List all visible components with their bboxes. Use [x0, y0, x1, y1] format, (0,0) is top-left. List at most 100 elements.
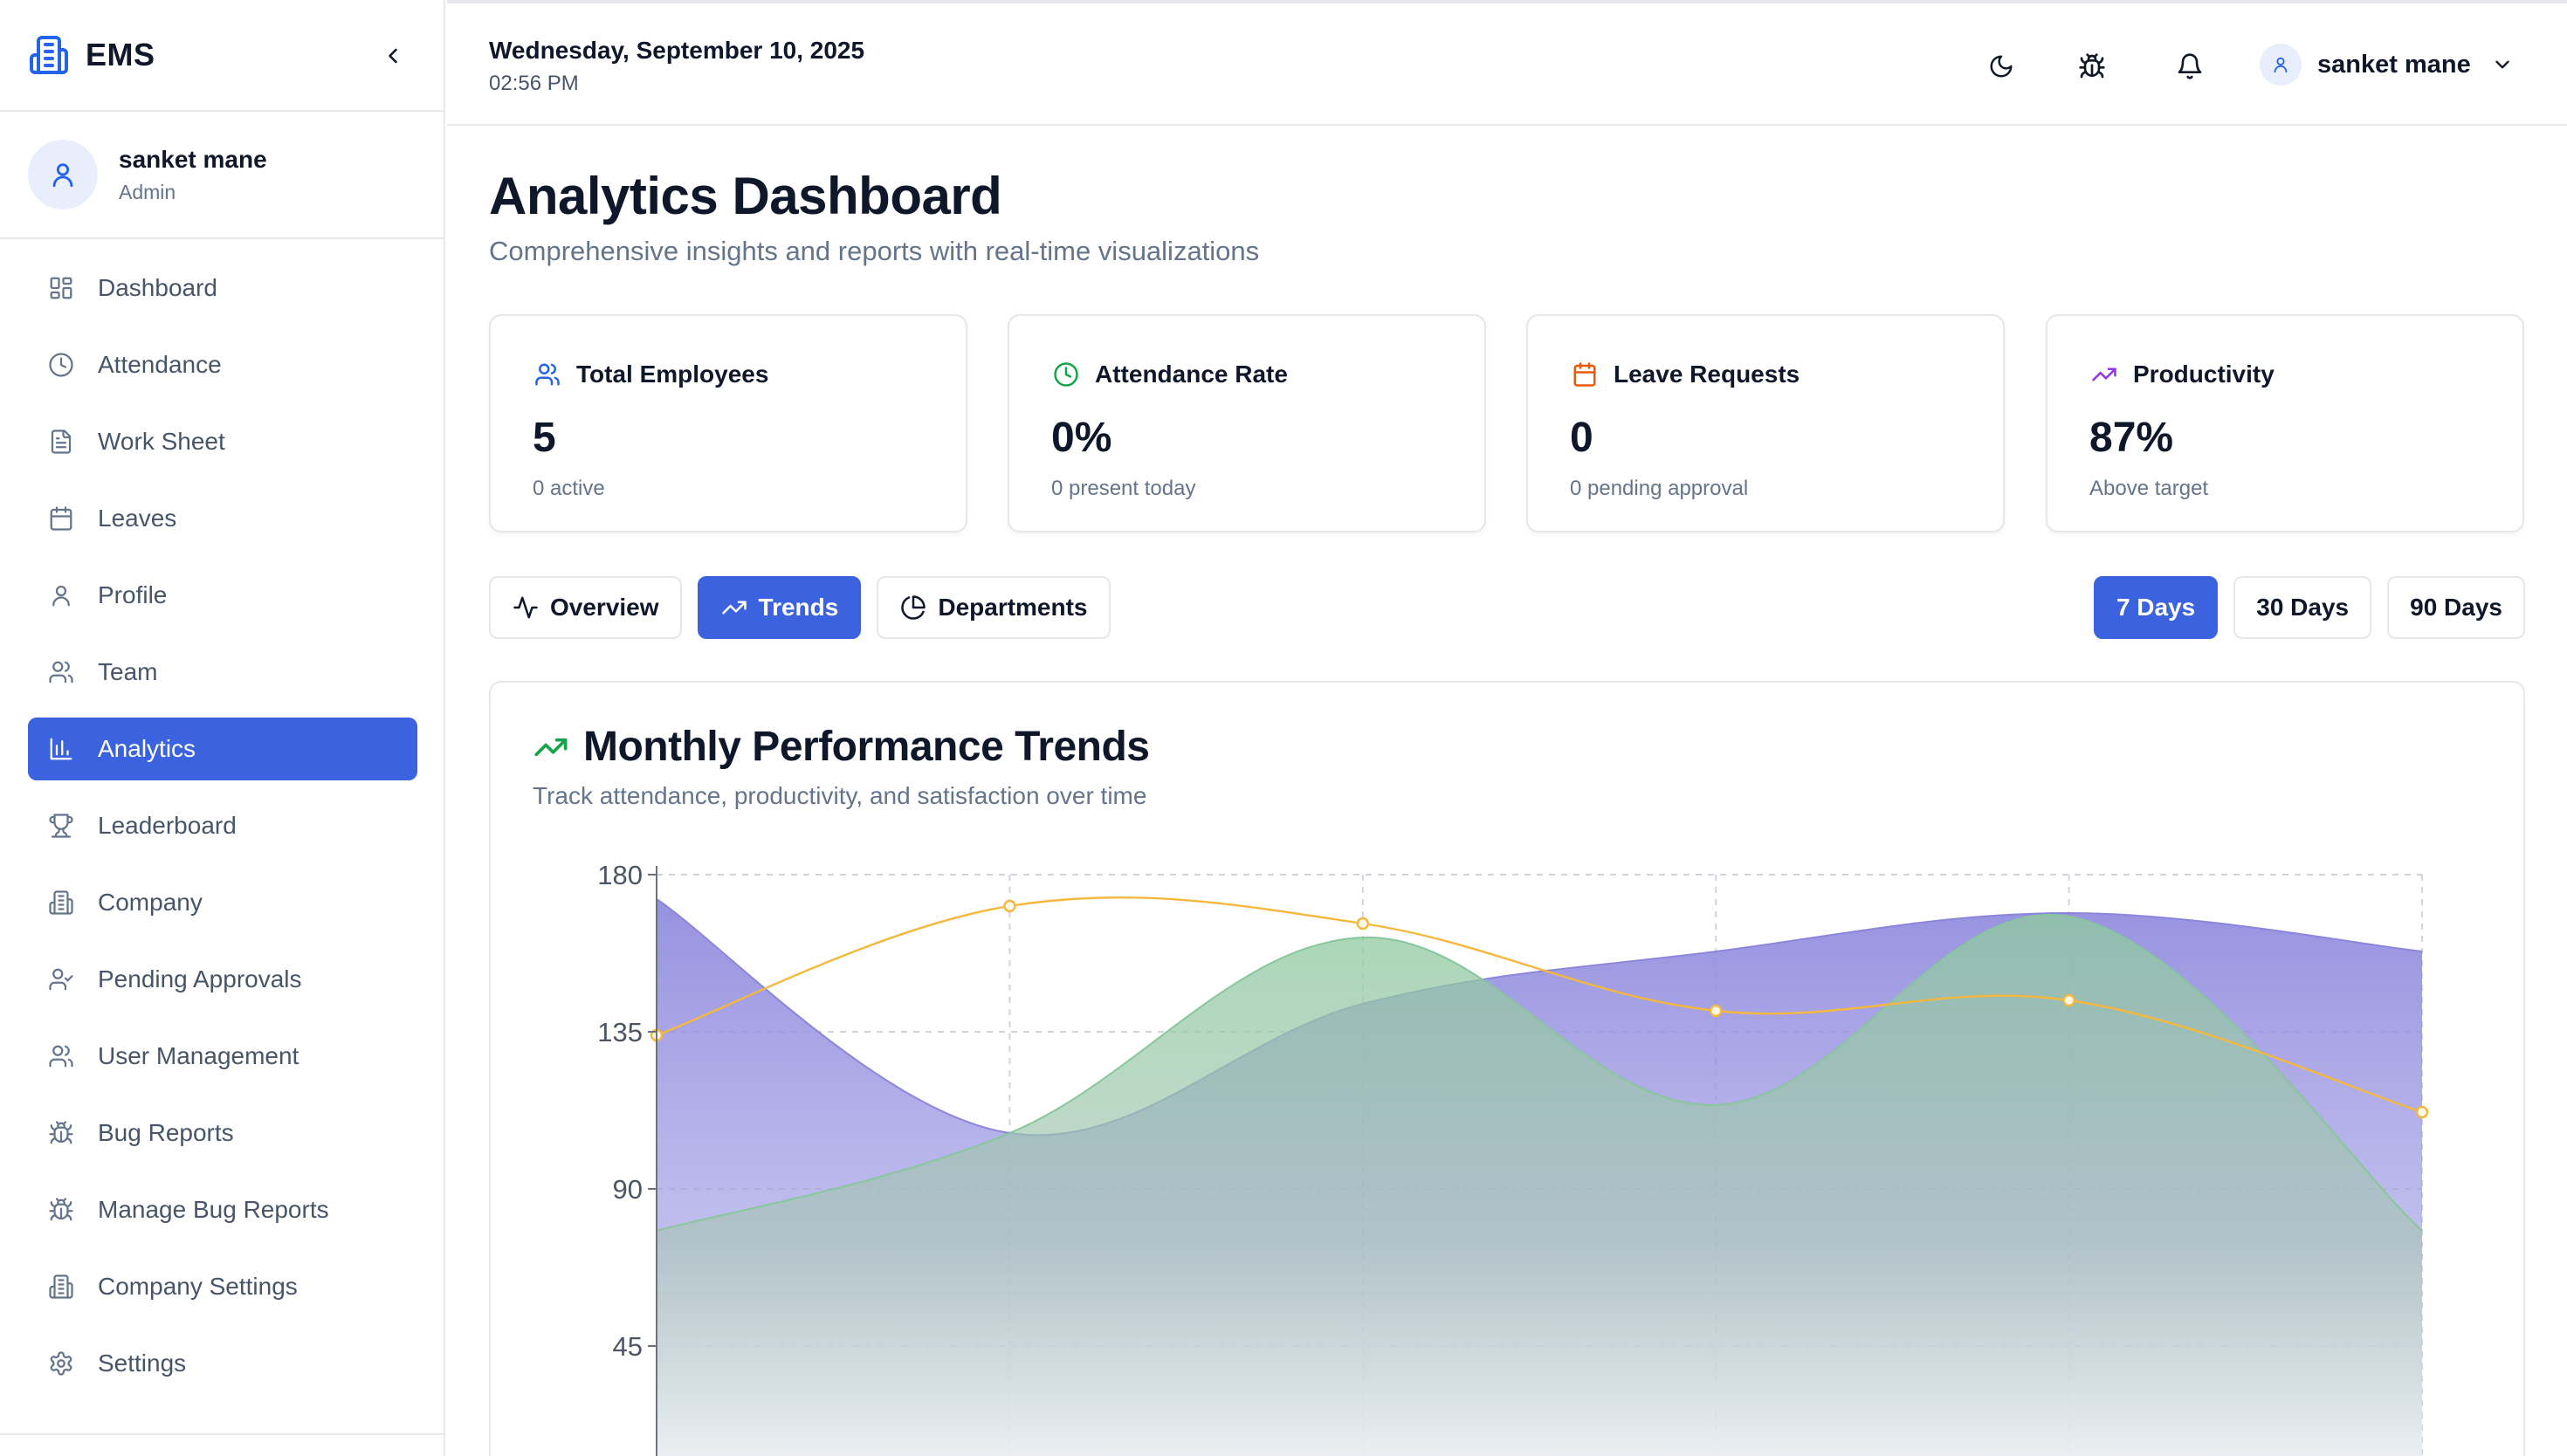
- line-point: [2062, 993, 2075, 1007]
- bug-icon[interactable]: [2075, 49, 2109, 84]
- sidebar-item-label: Pending Approvals: [98, 965, 302, 992]
- stat-title: Total Employees: [576, 361, 769, 388]
- sidebar-item-leaves[interactable]: Leaves: [28, 487, 417, 550]
- sidebar-item-pending-approvals[interactable]: Pending Approvals: [28, 948, 417, 1011]
- stat-value: 0: [1570, 415, 1593, 461]
- tab-trends[interactable]: Trends: [697, 576, 862, 639]
- sidebar-item-label: Profile: [98, 581, 168, 608]
- bar-chart-icon: [47, 735, 75, 763]
- sidebar-item-label: Analytics: [98, 735, 196, 762]
- current-date: Wednesday, September 10, 2025: [489, 37, 865, 64]
- users-icon: [533, 360, 562, 389]
- tab-label: Departments: [938, 594, 1088, 621]
- user-menu[interactable]: sanket mane: [2260, 44, 2516, 86]
- sidebar-user-name: sanket mane: [119, 145, 267, 173]
- user-icon: [47, 581, 75, 609]
- range-90-days[interactable]: 90 Days: [2387, 576, 2525, 639]
- bell-icon[interactable]: [2172, 49, 2207, 84]
- stat-subtext: 0 present today: [1051, 477, 1196, 500]
- sidebar-nav: Dashboard Attendance Work Sheet Leaves Profi…: [0, 239, 444, 1395]
- sidebar-item-label: Leaderboard: [98, 812, 237, 839]
- sidebar-user-card: sanket mane Admin: [0, 112, 444, 239]
- stat-value: 87%: [2089, 415, 2174, 461]
- stat-title: Leave Requests: [1614, 361, 1800, 388]
- sidebar-item-attendance[interactable]: Attendance: [28, 333, 417, 396]
- sidebar-item-leaderboard[interactable]: Leaderboard: [28, 794, 417, 857]
- range-selector: 7 Days 30 Days 90 Days: [2078, 576, 2525, 639]
- sidebar-item-profile[interactable]: Profile: [28, 564, 417, 627]
- sidebar-footer: [0, 1433, 444, 1456]
- sidebar-item-label: Dashboard: [98, 274, 217, 301]
- range-30-days[interactable]: 30 Days: [2233, 576, 2372, 639]
- line-point: [1356, 917, 1369, 931]
- range-7-days[interactable]: 7 Days: [2093, 576, 2219, 639]
- sidebar-item-label: Work Sheet: [98, 428, 225, 455]
- stat-card-total-employees: Total Employees 5 0 active: [489, 314, 967, 532]
- sidebar-item-label: Company: [98, 889, 203, 916]
- page-subtitle: Comprehensive insights and reports with …: [489, 236, 1260, 266]
- sidebar-item-settings[interactable]: Settings: [28, 1332, 417, 1395]
- current-time: 02:56 PM: [489, 72, 579, 95]
- stat-value: 0%: [1051, 415, 1112, 461]
- trophy-icon: [47, 812, 75, 840]
- sidebar-item-label: Settings: [98, 1350, 187, 1377]
- clock-icon: [1051, 360, 1081, 389]
- view-tabs: Overview Trends Departments: [489, 576, 1126, 639]
- trending-up-icon: [2089, 360, 2119, 389]
- sidebar-user-role: Admin: [119, 180, 176, 203]
- sidebar-item-analytics[interactable]: Analytics: [28, 718, 417, 780]
- sidebar-item-label: User Management: [98, 1042, 299, 1069]
- sidebar-item-bug-reports[interactable]: Bug Reports: [28, 1102, 417, 1164]
- trend-chart: 18013590450: [597, 860, 2429, 1456]
- stat-subtext: 0 pending approval: [1570, 477, 1749, 500]
- pie-chart-icon: [899, 594, 927, 622]
- line-point: [1709, 1004, 1723, 1018]
- sidebar-item-team[interactable]: Team: [28, 641, 417, 704]
- sidebar: EMS sanket mane Admin Dashboard Attendanc…: [0, 0, 445, 1456]
- moon-icon[interactable]: [1984, 49, 2019, 84]
- page-title: Analytics Dashboard: [489, 167, 1002, 225]
- users-icon: [47, 658, 75, 686]
- brand-header: EMS: [0, 0, 444, 112]
- stat-value: 5: [533, 415, 556, 461]
- sidebar-item-label: Team: [98, 658, 158, 685]
- trending-up-icon: [720, 594, 748, 622]
- bug-icon: [47, 1119, 75, 1147]
- sidebar-item-label: Company Settings: [98, 1273, 298, 1300]
- stat-subtext: 0 active: [533, 477, 605, 500]
- gear-icon: [47, 1350, 75, 1377]
- stat-subtext: Above target: [2089, 477, 2209, 500]
- tab-departments[interactable]: Departments: [877, 576, 1111, 639]
- sidebar-item-label: Bug Reports: [98, 1119, 234, 1146]
- user-icon: [2274, 57, 2288, 73]
- chevron-down-icon: [2488, 51, 2516, 79]
- stat-card-leave-requests: Leave Requests 0 0 pending approval: [1526, 314, 2005, 532]
- user-icon: [52, 163, 73, 188]
- sidebar-item-user-management[interactable]: User Management: [28, 1025, 417, 1088]
- sidebar-item-company[interactable]: Company: [28, 871, 417, 934]
- sidebar-item-label: Attendance: [98, 351, 222, 378]
- building-icon: [47, 1273, 75, 1301]
- stat-title: Attendance Rate: [1095, 361, 1288, 388]
- sidebar-item-work-sheet[interactable]: Work Sheet: [28, 410, 417, 473]
- tab-label: Overview: [550, 594, 659, 621]
- brand-name: EMS: [86, 37, 155, 72]
- line-point: [2415, 1105, 2429, 1119]
- avatar: [2260, 44, 2302, 86]
- sidebar-item-manage-bug-reports[interactable]: Manage Bug Reports: [28, 1178, 417, 1241]
- y-tick-label: 90: [613, 1174, 643, 1205]
- tab-overview[interactable]: Overview: [489, 576, 682, 639]
- building-icon: [47, 889, 75, 917]
- sidebar-item-dashboard[interactable]: Dashboard: [28, 257, 417, 319]
- layout-dashboard-icon: [47, 274, 75, 302]
- bug-icon: [47, 1196, 75, 1224]
- y-tick-label: 180: [597, 860, 643, 890]
- stat-card-productivity: Productivity 87% Above target: [2046, 314, 2524, 532]
- y-tick-label: 45: [613, 1331, 643, 1362]
- sidebar-item-label: Leaves: [98, 505, 177, 532]
- calendar-icon: [47, 505, 75, 532]
- building-icon: [28, 34, 70, 76]
- sidebar-item-company-settings[interactable]: Company Settings: [28, 1255, 417, 1318]
- chevron-left-icon[interactable]: [377, 40, 409, 72]
- clock-icon: [47, 351, 75, 379]
